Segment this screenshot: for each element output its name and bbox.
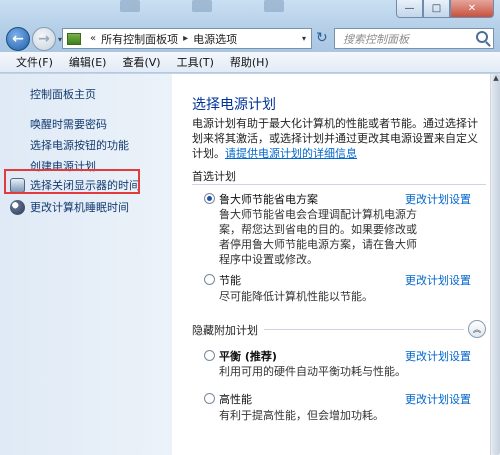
background-taskbar-icons	[120, 0, 320, 14]
plan-details-link[interactable]: 请提供电源计划的详细信息	[225, 147, 357, 160]
plan-desc-balanced: 利用可用的硬件自动平衡功耗与性能。	[219, 365, 406, 378]
maximize-button[interactable]: □	[423, 0, 450, 18]
plan-radio-ludashi[interactable]	[204, 193, 215, 204]
change-plan-settings-power-saver[interactable]: 更改计划设置	[405, 272, 471, 288]
hidden-plans-header: 隐藏附加计划	[192, 324, 258, 337]
breadcrumb-all-items[interactable]: 所有控制面板项	[101, 31, 178, 47]
collapse-chevron-icon[interactable]: ︽	[468, 320, 486, 338]
moon-icon	[10, 199, 25, 215]
wake-password-link[interactable]: 唤醒时需要密码	[30, 116, 107, 132]
menu-bar: 文件(F) 编辑(E) 查看(V) 工具(T) 帮助(H)	[0, 52, 500, 73]
control-panel-home-link[interactable]: 控制面板主页	[30, 86, 96, 102]
power-button-function-link[interactable]: 选择电源按钮的功能	[30, 137, 129, 153]
control-panel-icon	[67, 32, 81, 45]
breadcrumb-power-options[interactable]: 电源选项	[193, 31, 237, 47]
scrollbar-thumb[interactable]	[492, 74, 500, 455]
red-highlight-box	[4, 169, 140, 194]
change-plan-settings-balanced[interactable]: 更改计划设置	[405, 348, 471, 364]
plan-radio-balanced[interactable]	[204, 350, 215, 361]
search-placeholder: 搜索控制面板	[343, 32, 409, 46]
back-arrow-icon: ←	[12, 31, 24, 47]
menu-tools[interactable]: 工具(T)	[169, 54, 222, 70]
plan-name-ludashi: 鲁大师节能省电方案	[219, 193, 318, 206]
plan-name-balanced: 平衡 (推荐)	[219, 350, 277, 363]
plan-name-power-saver: 节能	[219, 274, 241, 287]
scroll-up-arrow-icon[interactable]: ▲	[491, 74, 500, 86]
plan-radio-high-performance[interactable]	[204, 393, 215, 404]
plan-name-high-performance: 高性能	[219, 393, 252, 406]
sleep-time-link[interactable]: 更改计算机睡眠时间	[10, 199, 129, 215]
plan-desc-power-saver: 尽可能降低计算机性能以节能。	[219, 290, 373, 303]
minimize-button[interactable]: —	[396, 0, 423, 18]
page-description: 电源计划有助于最大化计算机的性能或者节能。通过选择计划来将其激活，或选择计划并通…	[192, 116, 486, 161]
search-input[interactable]: 搜索控制面板	[334, 28, 494, 49]
menu-help[interactable]: 帮助(H)	[222, 54, 277, 70]
menu-edit[interactable]: 编辑(E)	[61, 54, 115, 70]
breadcrumb-separator[interactable]: ▸	[183, 33, 188, 44]
menu-view[interactable]: 查看(V)	[114, 54, 168, 70]
address-bar[interactable]: « 所有控制面板项 ▸ 电源选项 ▾	[62, 28, 312, 49]
window-controls: — □ ✕	[396, 0, 494, 18]
navigation-buttons: ← → ▾	[6, 26, 62, 52]
main-content: 选择电源计划 电源计划有助于最大化计算机的性能或者节能。通过选择计划来将其激活，…	[172, 74, 490, 455]
refresh-icon[interactable]: ↻	[316, 30, 328, 46]
sleep-time-label: 更改计算机睡眠时间	[30, 201, 129, 214]
preferred-plans-header: 首选计划	[192, 170, 236, 183]
address-dropdown-icon[interactable]: ▾	[302, 34, 306, 43]
change-plan-settings-high-performance[interactable]: 更改计划设置	[405, 391, 471, 407]
plan-desc-ludashi: 鲁大师节能省电会合理调配计算机电源方案，帮您达到省电的目的。如果要修改或者停用鲁…	[219, 208, 417, 266]
forward-arrow-icon: →	[38, 31, 50, 47]
task-pane: 控制面板主页 唤醒时需要密码 选择电源按钮的功能 创建电源计划 选择关闭显示器的…	[0, 74, 172, 455]
divider	[264, 329, 464, 330]
title-bar: — □ ✕ ← → ▾ « 所有控制面板项 ▸ 电源选项 ▾ ↻ 搜索控制面板	[0, 0, 500, 52]
forward-button[interactable]: →	[32, 27, 56, 51]
back-button[interactable]: ←	[6, 27, 30, 51]
vertical-scrollbar[interactable]: ▲	[490, 74, 500, 455]
breadcrumb-overflow[interactable]: «	[90, 33, 96, 44]
change-plan-settings-ludashi[interactable]: 更改计划设置	[405, 191, 471, 207]
page-title: 选择电源计划	[192, 97, 276, 113]
divider	[192, 184, 486, 185]
search-icon[interactable]	[476, 31, 488, 43]
plan-desc-high-performance: 有利于提高性能，但会增加功耗。	[219, 409, 384, 422]
menu-file[interactable]: 文件(F)	[8, 54, 61, 70]
close-button[interactable]: ✕	[450, 0, 494, 18]
plan-radio-power-saver[interactable]	[204, 274, 215, 285]
